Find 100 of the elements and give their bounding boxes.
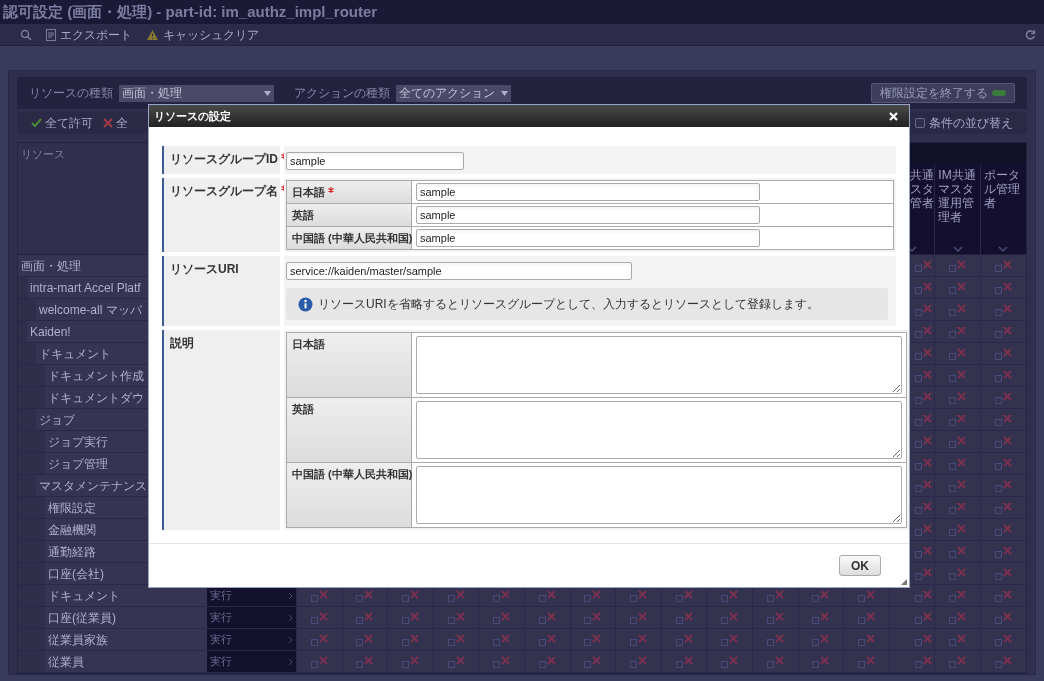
deny-permission-icon [994,545,1012,558]
text-area[interactable] [416,401,902,459]
text-area[interactable] [416,336,902,394]
deny-permission-icon [629,589,647,602]
deny-permission-icon [949,545,967,558]
deny-permission-icon [584,611,602,624]
action-label: 実行 [210,588,232,604]
deny-permission-icon [812,611,830,624]
deny-permission-icon [493,655,511,668]
deny-permission-icon [310,633,328,646]
deny-permission-icon [629,611,647,624]
select-field[interactable]: 画面・処理 [119,84,274,102]
deny-permission-icon [949,435,967,448]
deny-permission-icon [994,567,1012,580]
deny-permission-icon [949,567,967,580]
deny-permission-icon [721,633,739,646]
allow-all-button[interactable]: 全て許可 [31,114,93,132]
deny-permission-icon [915,479,933,492]
input-field[interactable]: sample [416,183,760,201]
text-area[interactable] [416,466,902,524]
deny-permission-icon [915,325,933,338]
deny-permission-icon [915,435,933,448]
deny-permission-icon [584,589,602,602]
tree-item[interactable]: 従業員家族 [45,629,207,650]
toolbar-button[interactable]: キャッシュクリア [144,25,261,44]
window-title: 認可設定 (画面・処理) - part-id: im_authz_impl_router [0,0,1044,24]
tree-item[interactable]: 口座(従業員) [45,607,207,628]
deny-all-button[interactable]: 全 [103,114,128,132]
input-field[interactable]: sample [416,229,760,247]
deny-permission-icon [994,325,1012,338]
deny-permission-icon [915,567,933,580]
deny-permission-icon [994,435,1012,448]
column-header: 共通スタ管者 [910,168,935,210]
deny-permission-icon [493,611,511,624]
check-icon [31,118,42,128]
tree-item[interactable]: 従業員 [45,651,207,672]
deny-permission-icon [994,413,1012,426]
deny-permission-icon [356,611,374,624]
sort-option[interactable]: 条件の並び替え [915,114,1013,132]
deny-permission-icon [356,589,374,602]
deny-permission-icon [915,259,933,272]
deny-permission-icon [584,633,602,646]
deny-permission-icon [538,589,556,602]
deny-permission-icon [994,479,1012,492]
deny-permission-icon [447,633,465,646]
deny-permission-icon [310,589,328,602]
deny-permission-icon [949,611,967,624]
deny-permission-icon [994,457,1012,470]
warning-icon [146,28,159,41]
deny-permission-icon [356,633,374,646]
action-label: 実行 [210,632,232,648]
chevron-right-icon [288,591,293,600]
ok-button[interactable]: OK [839,555,881,576]
deny-permission-icon [356,655,374,668]
deny-permission-icon [994,633,1012,646]
close-icon[interactable] [889,111,898,121]
document-icon [46,28,56,41]
deny-permission-icon [310,655,328,668]
cross-icon [103,118,113,128]
input-field[interactable]: sample [286,152,464,170]
checkbox[interactable] [915,118,925,128]
deny-permission-icon [538,633,556,646]
deny-permission-icon [949,281,967,294]
deny-permission-icon [493,589,511,602]
refresh-icon[interactable] [1025,29,1036,40]
deny-permission-icon [994,281,1012,294]
chevron-down-icon [907,246,917,252]
deny-permission-icon [675,589,693,602]
deny-permission-icon [949,589,967,602]
dropdown-arrow-icon [501,90,508,96]
language-label: 英語 [292,208,314,223]
deny-permission-icon [675,655,693,668]
deny-permission-icon [447,655,465,668]
end-settings-button[interactable]: 権限設定を終了する [871,83,1015,103]
action-label: 実行 [210,654,232,670]
language-label: 日本語 [292,185,325,200]
deny-permission-icon [994,611,1012,624]
tree-item[interactable]: ドキュメント [45,585,207,606]
deny-permission-icon [915,655,933,668]
deny-permission-icon [949,259,967,272]
select-field[interactable]: 全てのアクション [396,84,511,102]
chevron-right-icon [288,613,293,622]
deny-permission-icon [949,303,967,316]
deny-permission-icon [915,501,933,514]
deny-permission-icon [949,347,967,360]
deny-permission-icon [493,633,511,646]
column-header: IM共通マスタ運用管理者 [938,168,977,224]
deny-permission-icon [994,303,1012,316]
language-label: 中国語 (中華人民共和国) [292,231,413,246]
input-field[interactable]: sample [416,206,760,224]
deny-permission-icon [915,457,933,470]
deny-permission-icon [675,633,693,646]
chevron-right-icon [288,635,293,644]
deny-permission-icon [915,303,933,316]
deny-permission-icon [994,369,1012,382]
toolbar-button[interactable]: エクスポート [44,25,134,44]
deny-permission-icon [857,633,875,646]
input-field[interactable]: service://kaiden/master/sample [286,262,632,280]
deny-permission-icon [949,501,967,514]
deny-permission-icon [949,369,967,382]
